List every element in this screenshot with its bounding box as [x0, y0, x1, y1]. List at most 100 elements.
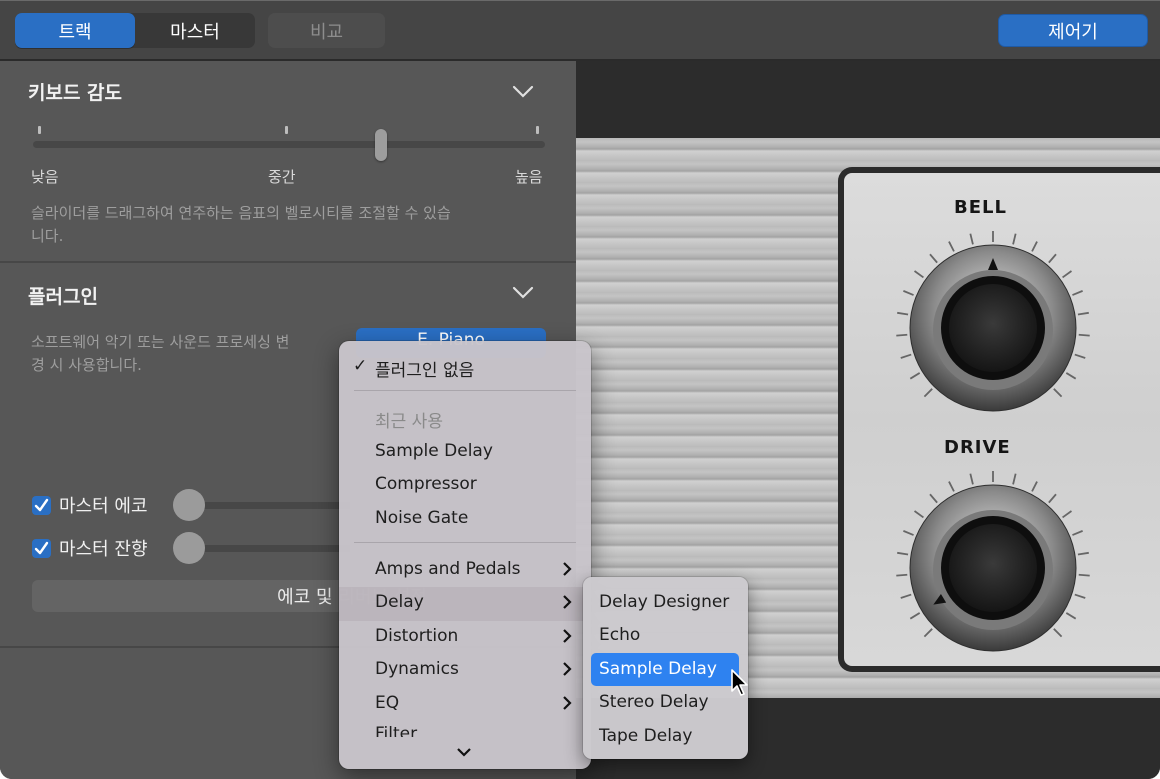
knob-tick — [896, 333, 908, 337]
tab-master[interactable]: 마스터 — [135, 13, 255, 48]
plugin-popup-menu: ✓ 플러그인 없음 최근 사용 Sample Delay Compressor … — [339, 341, 591, 769]
knob-tick — [929, 493, 938, 504]
knob-tick — [1031, 481, 1038, 492]
master-reverb-checkbox[interactable] — [32, 538, 51, 558]
plugins-description: 소프트웨어 악기 또는 사운드 프로세싱 변 경 시 사용합니다. — [31, 331, 289, 377]
scale-mid-label: 중간 — [268, 168, 296, 186]
master-echo-slider-thumb[interactable] — [173, 489, 205, 521]
submenu-item[interactable]: Delay Designer — [599, 592, 729, 612]
delay-submenu: Delay Designer Echo Sample Delay Stereo … — [583, 577, 748, 759]
mouse-pointer-icon — [731, 669, 748, 696]
knob-tick — [1065, 372, 1077, 380]
knob-tick — [1053, 388, 1063, 398]
description-line: 니다. — [31, 227, 64, 245]
menu-separator — [354, 542, 576, 543]
slider-tick — [536, 126, 539, 134]
view-segmented-control: 트랙 마스터 — [15, 13, 255, 48]
slider-tick — [285, 126, 288, 134]
section-divider — [0, 261, 576, 263]
sensitivity-description: 슬라이더를 드래그하여 연주하는 음표의 벨로시티를 조절할 수 있습 니다. — [31, 202, 451, 248]
knob-tick — [896, 573, 908, 577]
chevron-right-icon — [563, 595, 572, 609]
knob-tick — [1074, 353, 1086, 359]
bell-knob[interactable] — [888, 223, 1098, 433]
knob-tick — [969, 233, 974, 245]
knob-tick — [1072, 290, 1083, 296]
menu-item-category[interactable]: EQ — [375, 693, 399, 713]
description-line: 소프트웨어 악기 또는 사운드 프로세싱 변 — [31, 333, 290, 351]
knob-tick — [913, 510, 924, 519]
drive-knob[interactable] — [888, 463, 1098, 673]
master-echo-slider-track[interactable] — [180, 502, 350, 509]
knob-cap — [949, 284, 1037, 372]
knob-tick — [1077, 311, 1089, 316]
menu-item-no-plugin[interactable]: 플러그인 없음 — [375, 356, 474, 381]
knob-tick — [948, 481, 955, 492]
compare-button[interactable]: 비교 — [268, 13, 385, 48]
checkmark-icon — [34, 541, 49, 554]
chevron-right-icon — [563, 662, 572, 676]
knob-tick — [1072, 530, 1083, 536]
knob-tick — [900, 593, 912, 599]
knob-tick — [1012, 233, 1017, 245]
menu-item-category[interactable]: Distortion — [375, 626, 458, 646]
knob-tick — [903, 530, 914, 536]
master-reverb-checkbox-row[interactable]: 마스터 잔향 — [32, 535, 148, 561]
knob-tick — [1062, 270, 1073, 279]
menu-item-category[interactable]: Amps and Pedals — [375, 559, 521, 579]
chevron-right-icon — [563, 562, 572, 576]
submenu-item[interactable]: Echo — [599, 625, 640, 645]
menu-item-category[interactable]: Delay — [375, 592, 424, 612]
knob-tick — [929, 253, 938, 264]
checkmark-icon — [34, 498, 49, 511]
menu-item-recent[interactable]: Compressor — [375, 474, 477, 494]
master-echo-checkbox[interactable] — [32, 495, 51, 515]
knob-tick — [913, 270, 924, 279]
chevron-right-icon — [563, 629, 572, 643]
knob-tick — [923, 388, 933, 398]
submenu-item[interactable]: Stereo Delay — [599, 692, 709, 712]
menu-header-recent: 최근 사용 — [375, 412, 443, 432]
knob-tick — [1048, 493, 1057, 504]
controls-button[interactable]: 제어기 — [998, 14, 1148, 47]
knob-tick — [1077, 551, 1089, 556]
knob-tick — [897, 551, 909, 556]
app-window: 트랙 마스터 비교 제어기 키보드 감도 낮음 중간 높음 슬라이더를 드래그하… — [0, 0, 1160, 779]
knob-tick — [948, 241, 955, 252]
menu-item-category[interactable]: Dynamics — [375, 659, 459, 679]
knob-tick — [923, 628, 933, 638]
knob-tick — [1062, 510, 1073, 519]
knob-tick — [900, 353, 912, 359]
knob-tick — [1048, 253, 1057, 264]
scroll-down-chevron-icon[interactable] — [455, 746, 473, 758]
submenu-item-highlighted[interactable]: Sample Delay — [599, 659, 717, 679]
knob-tick — [1053, 628, 1063, 638]
menu-item-recent[interactable]: Sample Delay — [375, 441, 493, 461]
velocity-slider-thumb[interactable] — [375, 129, 388, 161]
menu-separator — [354, 390, 576, 391]
knob-tick — [909, 612, 921, 620]
knob-tick — [903, 290, 914, 296]
plugin-header-area — [576, 61, 1160, 138]
checkmark-icon: ✓ — [353, 356, 368, 376]
tab-track[interactable]: 트랙 — [15, 13, 135, 48]
menu-clip: Filter — [339, 724, 591, 737]
master-echo-checkbox-row[interactable]: 마스터 에코 — [32, 492, 148, 518]
menu-item-recent[interactable]: Noise Gate — [375, 508, 468, 528]
master-reverb-slider-track[interactable] — [180, 545, 350, 552]
scale-high-label: 높음 — [515, 168, 543, 186]
bell-knob-label: BELL — [954, 197, 1007, 218]
chevron-down-icon[interactable] — [510, 283, 536, 303]
submenu-item[interactable]: Tape Delay — [599, 726, 692, 746]
knob-tick — [897, 311, 909, 316]
drive-knob-label: DRIVE — [944, 437, 1011, 458]
master-echo-label: 마스터 에코 — [59, 496, 148, 517]
chevron-down-icon[interactable] — [510, 82, 536, 102]
master-reverb-slider-thumb[interactable] — [173, 532, 205, 564]
slider-tick — [38, 126, 41, 134]
menu-item-category[interactable]: Filter — [375, 724, 417, 737]
knob-tick — [1065, 612, 1077, 620]
description-line: 경 시 사용합니다. — [31, 356, 142, 374]
knob-tick — [1012, 473, 1017, 485]
velocity-slider-track[interactable] — [33, 141, 545, 148]
